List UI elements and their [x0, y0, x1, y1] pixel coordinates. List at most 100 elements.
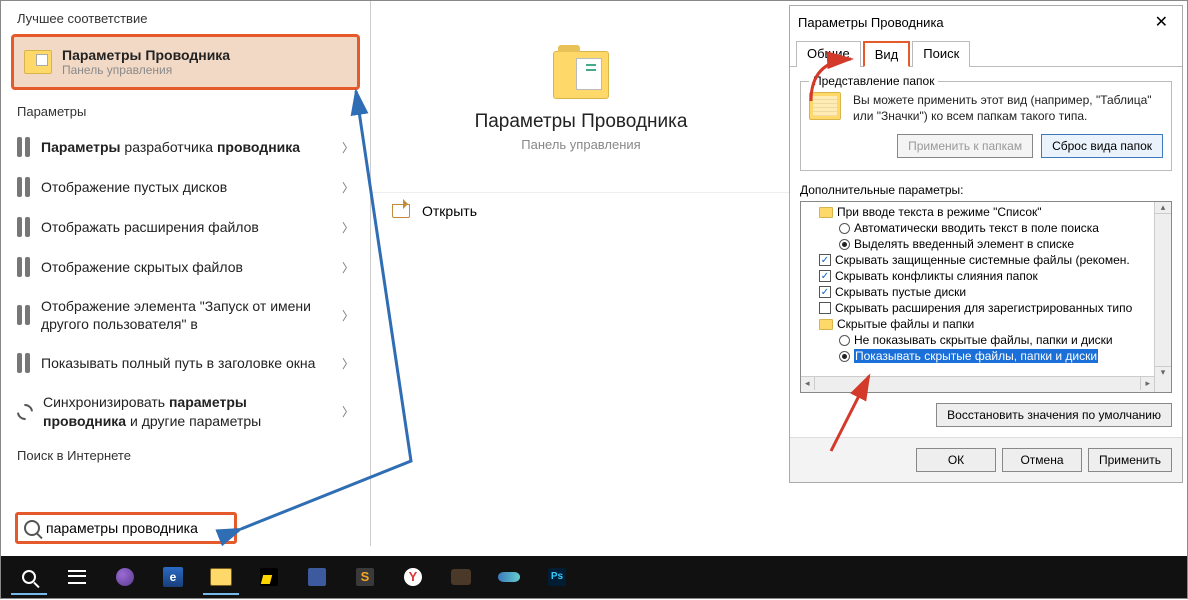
taskbar-edge-icon[interactable]: e [151, 559, 195, 595]
tab-search[interactable]: Поиск [912, 41, 970, 67]
tree-check-hide-empty[interactable]: ✓Скрывать пустые диски [805, 284, 1167, 300]
taskbar-search-icon[interactable] [7, 559, 51, 595]
taskbar-ybrowser-icon[interactable]: Y [391, 559, 435, 595]
settings-item-label: Отображать расширения файлов [41, 218, 332, 236]
settings-item-empty-drives[interactable]: Отображение пустых дисков 〉 [1, 167, 370, 207]
checkbox-icon [819, 302, 831, 314]
settings-item-sync[interactable]: Синхронизировать параметры проводника и … [1, 383, 370, 439]
checkbox-icon: ✓ [819, 270, 831, 282]
tree-group-hidden[interactable]: Скрытые файлы и папки [805, 316, 1167, 332]
chevron-right-icon: 〉 [342, 403, 354, 420]
folder-options-large-icon [553, 51, 609, 99]
settings-item-dev-explorer[interactable]: Параметры разработчика проводника 〉 [1, 127, 370, 167]
restore-defaults-button[interactable]: Восстановить значения по умолчанию [936, 403, 1172, 427]
chevron-right-icon: 〉 [342, 307, 354, 324]
cancel-button[interactable]: Отмена [1002, 448, 1082, 472]
taskbar-alice-icon[interactable] [103, 559, 147, 595]
advanced-tree[interactable]: При вводе текста в режиме "Список" Автом… [800, 201, 1172, 393]
folder-views-legend: Представление папок [809, 74, 938, 88]
tree-check-hide-merge[interactable]: ✓Скрывать конфликты слияния папок [805, 268, 1167, 284]
taskbar: e S Y Ps [1, 556, 1187, 598]
checkbox-icon: ✓ [819, 254, 831, 266]
settings-item-file-extensions[interactable]: Отображать расширения файлов 〉 [1, 207, 370, 247]
taskbar-sublime-icon[interactable]: S [343, 559, 387, 595]
settings-item-hidden-files[interactable]: Отображение скрытых файлов 〉 [1, 247, 370, 287]
apply-button[interactable]: Применить [1088, 448, 1172, 472]
tree-radio-show-hidden[interactable]: Показывать скрытые файлы, папки и диски [805, 348, 1167, 364]
dialog-footer: ОК Отмена Применить [790, 437, 1182, 482]
folder-views-text: Вы можете применить этот вид (например, … [853, 92, 1163, 124]
folder-options-dialog: Параметры Проводника ✕ Общие Вид Поиск П… [789, 5, 1183, 483]
checkbox-icon: ✓ [819, 286, 831, 298]
radio-icon [839, 335, 850, 346]
group-header-settings: Параметры [1, 96, 370, 127]
folder-icon [819, 207, 833, 218]
settings-icon [17, 353, 31, 373]
taskbar-photo-icon[interactable] [439, 559, 483, 595]
tab-view[interactable]: Вид [863, 41, 911, 67]
folder-icon [809, 92, 841, 120]
advanced-label: Дополнительные параметры: [800, 183, 1172, 197]
detail-title: Параметры Проводника [372, 111, 790, 133]
apply-to-folders-button[interactable]: Применить к папкам [897, 134, 1033, 158]
taskbar-ydisk-icon[interactable] [247, 559, 291, 595]
settings-item-label: Параметры разработчика проводника [41, 138, 332, 156]
best-match-title: Параметры Проводника [62, 47, 230, 63]
folder-options-icon [24, 50, 52, 74]
settings-item-label: Отображение скрытых файлов [41, 258, 332, 276]
start-search-input[interactable] [46, 520, 228, 536]
close-icon[interactable]: ✕ [1149, 12, 1174, 32]
folder-icon [819, 319, 833, 330]
best-match-result[interactable]: Параметры Проводника Панель управления [11, 34, 360, 90]
settings-icon [17, 217, 31, 237]
tree-check-hide-ext[interactable]: Скрывать расширения для зарегистрированн… [805, 300, 1167, 316]
search-icon [24, 520, 40, 536]
settings-item-label: Синхронизировать параметры проводника и … [43, 393, 332, 429]
taskbar-explorer-icon[interactable] [199, 559, 243, 595]
chevron-right-icon: 〉 [342, 139, 354, 156]
reset-folders-button[interactable]: Сброс вида папок [1041, 134, 1163, 158]
settings-icon [17, 305, 31, 325]
settings-item-label: Отображение элемента "Запуск от имени др… [41, 297, 332, 333]
settings-icon [17, 177, 31, 197]
taskbar-taskview-icon[interactable] [55, 559, 99, 595]
detail-action-label: Открыть [422, 203, 477, 219]
tree-radio-auto-search[interactable]: Автоматически вводить текст в поле поиск… [805, 220, 1167, 236]
chevron-right-icon: 〉 [342, 355, 354, 372]
start-search-panel: Лучшее соответствие Параметры Проводника… [1, 1, 371, 546]
dialog-titlebar: Параметры Проводника ✕ [790, 6, 1182, 38]
settings-icon [17, 137, 31, 157]
ok-button[interactable]: ОК [916, 448, 996, 472]
chevron-right-icon: 〉 [342, 179, 354, 196]
dialog-title-text: Параметры Проводника [798, 15, 944, 30]
group-header-web: Поиск в Интернете [1, 440, 370, 471]
detail-subtitle: Панель управления [372, 137, 790, 152]
taskbar-swoosh-icon[interactable] [487, 559, 531, 595]
horizontal-scrollbar[interactable] [801, 376, 1154, 392]
open-icon [392, 204, 410, 218]
dialog-tabs: Общие Вид Поиск [790, 38, 1182, 67]
tree-radio-dont-show[interactable]: Не показывать скрытые файлы, папки и дис… [805, 332, 1167, 348]
vertical-scrollbar[interactable] [1154, 202, 1171, 392]
best-match-header: Лучшее соответствие [1, 1, 370, 34]
radio-icon [839, 239, 850, 250]
search-detail-panel: Параметры Проводника Панель управления О… [372, 1, 790, 546]
sync-icon [14, 400, 37, 423]
settings-item-run-as-user[interactable]: Отображение элемента "Запуск от имени др… [1, 287, 370, 343]
radio-icon [839, 351, 850, 362]
tree-group-list-input[interactable]: При вводе текста в режиме "Список" [805, 204, 1167, 220]
detail-action-open[interactable]: Открыть [372, 192, 790, 229]
best-match-subtitle: Панель управления [62, 63, 230, 77]
start-search-input-wrap[interactable] [15, 512, 237, 544]
settings-item-label: Отображение пустых дисков [41, 178, 332, 196]
tree-check-hide-system[interactable]: ✓Скрывать защищенные системные файлы (ре… [805, 252, 1167, 268]
radio-icon [839, 223, 850, 234]
folder-views-group: Представление папок Вы можете применить … [800, 81, 1172, 171]
taskbar-calc-icon[interactable] [295, 559, 339, 595]
settings-item-full-path[interactable]: Показывать полный путь в заголовке окна … [1, 343, 370, 383]
tree-radio-select-typed[interactable]: Выделять введенный элемент в списке [805, 236, 1167, 252]
settings-item-label: Показывать полный путь в заголовке окна [41, 354, 332, 372]
tab-general[interactable]: Общие [796, 41, 861, 67]
taskbar-ps-icon[interactable]: Ps [535, 559, 579, 595]
settings-icon [17, 257, 31, 277]
